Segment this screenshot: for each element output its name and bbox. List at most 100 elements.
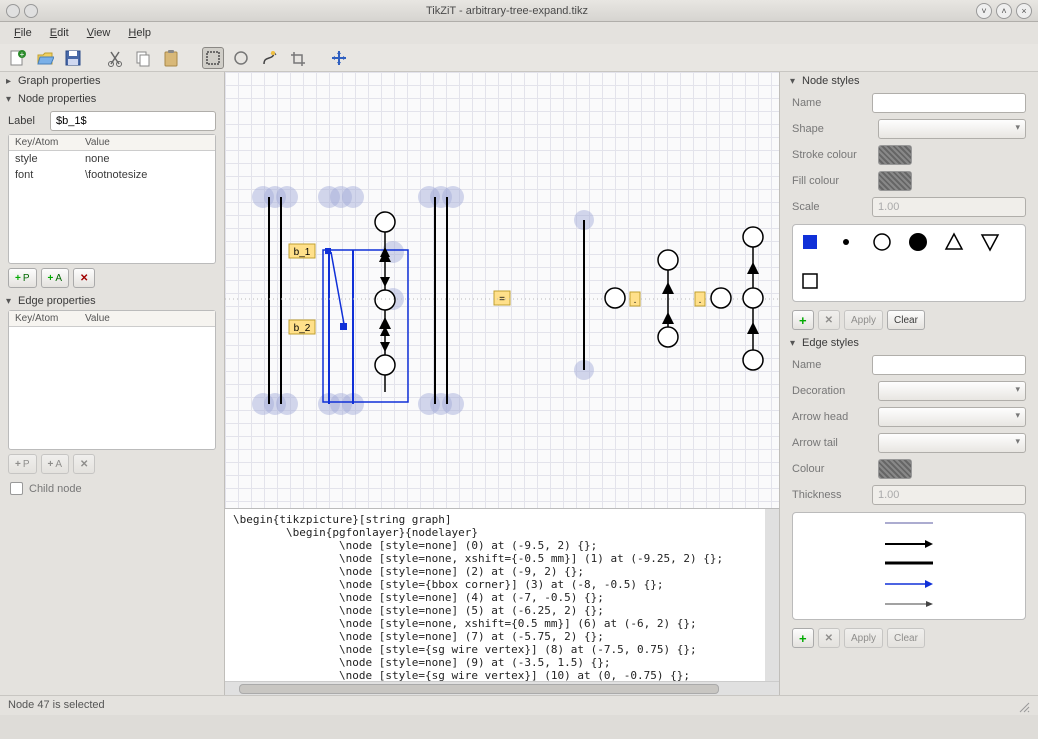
add-p-button-disabled: +P: [8, 454, 37, 474]
node-name-input[interactable]: [872, 93, 1026, 113]
select-tool-icon[interactable]: [202, 47, 224, 69]
add-p-label: P: [23, 273, 30, 284]
node-style-palette[interactable]: [792, 224, 1026, 302]
menu-edit-label: dit: [57, 27, 69, 39]
node-style-remove-button: ✕: [818, 310, 840, 330]
stroke-color-button[interactable]: [878, 145, 912, 165]
menu-file[interactable]: File: [6, 24, 40, 42]
stroke-label: Stroke colour: [792, 149, 872, 161]
decoration-label: Decoration: [792, 385, 872, 397]
add-a-button[interactable]: +A: [41, 268, 70, 288]
close-button[interactable]: ×: [1016, 3, 1032, 19]
arrow-tail-select[interactable]: [878, 433, 1026, 453]
new-file-icon[interactable]: +: [6, 47, 28, 69]
copy-icon[interactable]: [132, 47, 154, 69]
arrow-head-select[interactable]: [878, 407, 1026, 427]
svg-text:.: .: [634, 295, 637, 306]
edge-name-input[interactable]: [872, 355, 1026, 375]
edge-arrow-blue-icon[interactable]: [885, 579, 933, 591]
node-style-clear-button[interactable]: Clear: [887, 310, 925, 330]
thickness-input[interactable]: [872, 485, 1026, 505]
svg-text:+: +: [20, 50, 25, 59]
circle-icon[interactable]: [871, 231, 893, 253]
titlebar: TikZiT - arbitrary-tree-expand.tikz ˅ ˄ …: [0, 0, 1038, 22]
filled-circle-icon[interactable]: [907, 231, 929, 253]
table-row[interactable]: font \footnotesize: [9, 167, 215, 183]
table-row[interactable]: style none: [9, 151, 215, 167]
menu-help[interactable]: Help: [120, 24, 159, 42]
expand-down-icon: ▾: [6, 94, 18, 105]
menubar: File Edit View Help: [0, 22, 1038, 44]
add-a-label: A: [55, 273, 62, 284]
edge-arrow-icon[interactable]: [885, 539, 933, 551]
square-icon[interactable]: [799, 270, 821, 292]
cell-value: \footnotesize: [85, 169, 147, 181]
node-properties-label: Node properties: [18, 93, 96, 105]
decoration-select[interactable]: [878, 381, 1026, 401]
shape-label: Shape: [792, 123, 872, 135]
triangle-down-icon[interactable]: [979, 231, 1001, 253]
label-field-label: Label: [8, 115, 44, 127]
edge-style-remove-button: ✕: [818, 628, 840, 648]
expand-down-icon: ▾: [790, 338, 802, 349]
menu-view-label: iew: [94, 27, 111, 39]
edge-arrow-thin-icon[interactable]: [885, 599, 933, 611]
right-panel: ▾ Node styles Name Shape Stroke colour F…: [779, 72, 1038, 695]
edge-properties-table[interactable]: Key/Atom Value: [8, 310, 216, 450]
fill-color-button[interactable]: [878, 171, 912, 191]
label-input[interactable]: [50, 111, 216, 131]
save-file-icon[interactable]: [62, 47, 84, 69]
node-properties-header[interactable]: ▾ Node properties: [0, 90, 224, 108]
menu-edit[interactable]: Edit: [42, 24, 77, 42]
filled-square-icon[interactable]: [799, 231, 821, 253]
fill-label: Fill colour: [792, 175, 872, 187]
menu-view[interactable]: View: [79, 24, 119, 42]
edge-thick-line-icon[interactable]: [885, 559, 933, 571]
edge-thin-line-icon[interactable]: [885, 519, 933, 531]
app-icon: [6, 4, 20, 18]
colour-label: Colour: [792, 463, 872, 475]
node-style-add-button[interactable]: +: [792, 310, 814, 330]
cell-value: none: [85, 153, 109, 165]
crop-tool-icon[interactable]: [286, 47, 308, 69]
node-properties-table[interactable]: Key/Atom Value style none font \footnote…: [8, 134, 216, 264]
graph-properties-header[interactable]: ▸ Graph properties: [0, 72, 224, 90]
code-text[interactable]: \begin{tikzpicture}[string graph] \begin…: [225, 509, 765, 681]
maximize-button[interactable]: ˄: [996, 3, 1012, 19]
node-tool-icon[interactable]: [230, 47, 252, 69]
add-a-button-disabled: +A: [41, 454, 70, 474]
doc-icon: [24, 4, 38, 18]
col-key-atom: Key/Atom: [15, 137, 85, 148]
paste-icon[interactable]: [160, 47, 182, 69]
hscrollbar[interactable]: [225, 681, 779, 695]
edge-colour-button[interactable]: [878, 459, 912, 479]
code-scrollbar[interactable]: [765, 509, 779, 681]
delete-button[interactable]: ✕: [73, 268, 95, 288]
edge-style-apply-button: Apply: [844, 628, 883, 648]
delete-button-disabled: ✕: [73, 454, 95, 474]
graph-properties-label: Graph properties: [18, 75, 101, 87]
edge-tool-icon[interactable]: [258, 47, 280, 69]
edge-styles-header[interactable]: ▾ Edge styles: [784, 334, 1034, 352]
canvas[interactable]: b_1 b_2 = .: [225, 72, 779, 508]
open-file-icon[interactable]: [34, 47, 56, 69]
edge-style-palette[interactable]: [792, 512, 1026, 620]
triangle-up-icon[interactable]: [943, 231, 965, 253]
col-value: Value: [85, 137, 110, 148]
shape-select[interactable]: [878, 119, 1026, 139]
expand-right-icon: ▸: [6, 76, 18, 87]
minimize-button[interactable]: ˅: [976, 3, 992, 19]
add-p-button[interactable]: +P: [8, 268, 37, 288]
node-styles-header[interactable]: ▾ Node styles: [784, 72, 1034, 90]
edge-name-label: Name: [792, 359, 866, 371]
move-tool-icon[interactable]: [328, 47, 350, 69]
child-node-checkbox[interactable]: [10, 482, 23, 495]
arrow-head-label: Arrow head: [792, 411, 872, 423]
cut-icon[interactable]: [104, 47, 126, 69]
filled-dot-icon[interactable]: [835, 231, 857, 253]
arrow-tail-label: Arrow tail: [792, 437, 872, 449]
edge-properties-header[interactable]: ▾ Edge properties: [0, 292, 224, 310]
edge-style-add-button[interactable]: +: [792, 628, 814, 648]
resize-grip-icon[interactable]: [1016, 699, 1030, 713]
scale-input[interactable]: [872, 197, 1026, 217]
